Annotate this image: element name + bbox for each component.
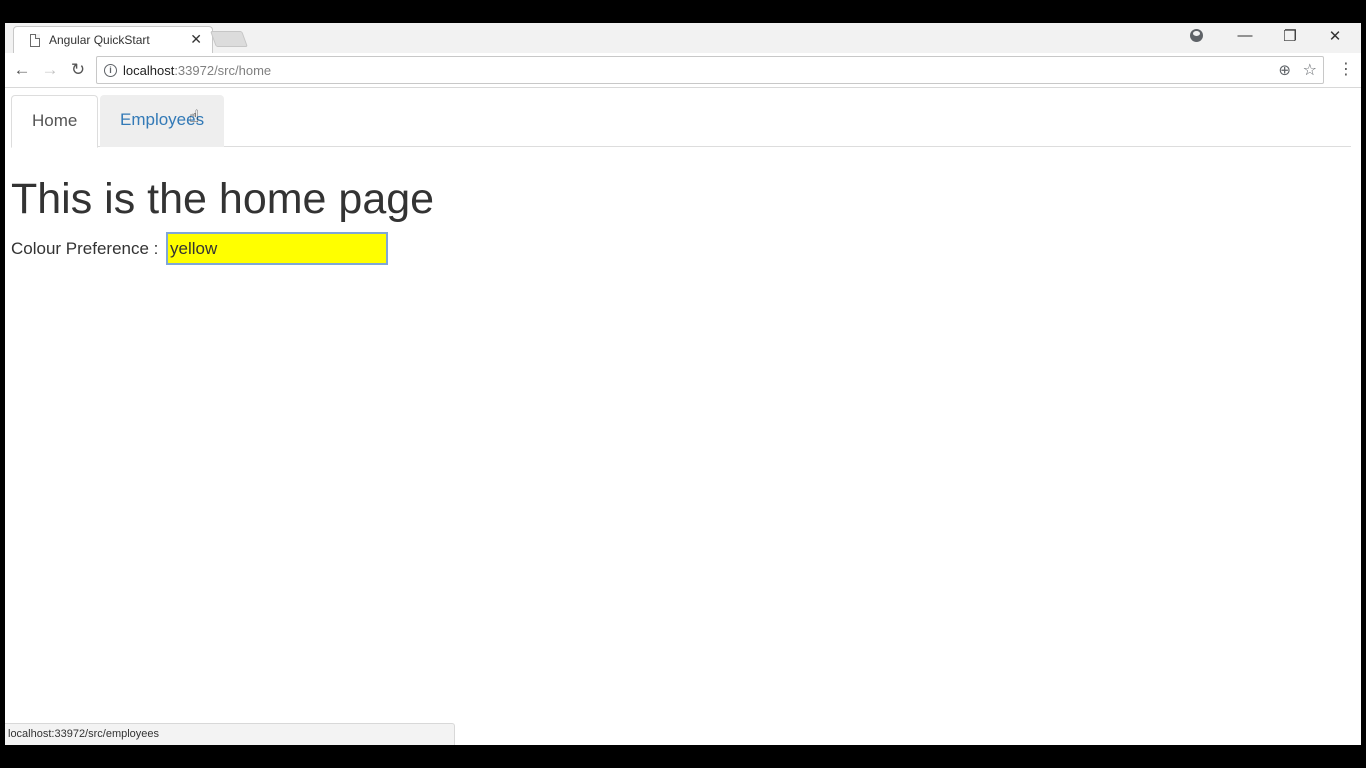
url-host: localhost	[123, 63, 175, 78]
browser-tab[interactable]: Angular QuickStart ✕	[13, 26, 213, 53]
tab-strip: Angular QuickStart ✕ — ❐ ✕	[5, 23, 1361, 53]
url-path: :33972/src/home	[174, 63, 272, 78]
colour-preference-label: Colour Preference :	[11, 239, 159, 258]
url-text[interactable]: localhost:33972/src/home	[123, 63, 271, 78]
info-icon[interactable]: i	[104, 64, 117, 77]
new-tab-button[interactable]	[210, 31, 248, 47]
tab-home[interactable]: Home	[11, 95, 99, 148]
status-bar: localhost:33972/src/employees	[5, 723, 455, 745]
tab-title: Angular QuickStart	[49, 33, 150, 47]
tab-close-icon[interactable]: ✕	[190, 31, 202, 48]
document-icon	[30, 34, 40, 47]
close-window-icon[interactable]: ✕	[1320, 27, 1350, 45]
address-bar[interactable]: i localhost:33972/src/home ⊕ ☆	[96, 56, 1324, 84]
back-arrow-icon[interactable]: ←	[11, 59, 33, 81]
zoom-icon[interactable]: ⊕	[1278, 61, 1291, 79]
browser-window: Angular QuickStart ✕ — ❐ ✕ ← → ↻ i local…	[5, 23, 1361, 745]
nav-tabs: Home Employees ☝	[11, 95, 1351, 148]
profile-icon[interactable]	[1190, 29, 1203, 42]
star-icon[interactable]: ☆	[1303, 60, 1317, 80]
colour-preference-input[interactable]	[166, 232, 388, 265]
forward-arrow-icon[interactable]: →	[39, 59, 61, 81]
reload-icon[interactable]: ↻	[67, 59, 89, 81]
hand-cursor-icon: ☝	[189, 107, 200, 126]
minimize-icon[interactable]: —	[1230, 27, 1260, 44]
kebab-menu-icon[interactable]: ⋮	[1338, 59, 1354, 79]
browser-toolbar: ← → ↻ i localhost:33972/src/home ⊕ ☆ ⋮	[5, 53, 1361, 88]
page-content: Home Employees ☝ This is the home page C…	[5, 89, 1361, 745]
tab-employees[interactable]: Employees	[100, 95, 225, 147]
page-title: This is the home page	[11, 175, 435, 223]
restore-icon[interactable]: ❐	[1275, 27, 1305, 45]
status-url: localhost:33972/src/employees	[8, 728, 160, 740]
